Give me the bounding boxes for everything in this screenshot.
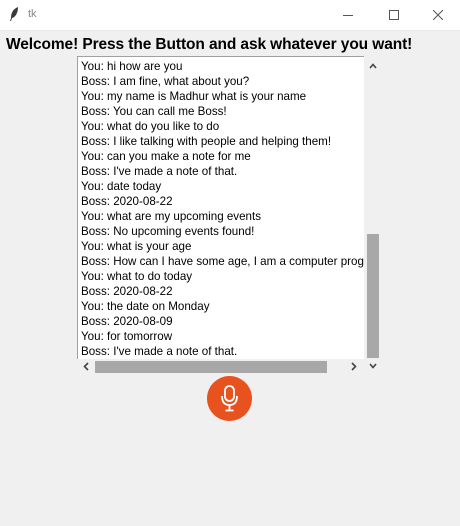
chat-line: Boss: No upcoming events found! [81,225,255,238]
chat-line: You: hi how are you [81,60,183,73]
chat-lines: You: hi how are you Boss: I am fine, wha… [78,57,364,359]
scroll-up-arrow-icon[interactable] [367,59,379,73]
chat-line: You: the date on Monday [81,300,210,313]
feather-icon [10,7,18,21]
close-button[interactable] [416,0,460,30]
close-icon [433,10,443,20]
welcome-heading: Welcome! Press the Button and ask whatev… [6,36,413,53]
chat-line: You: my name is Madhur what is your name [81,90,307,103]
window-titlebar: tk [0,0,460,31]
chat-line: You: what do you like to do [81,120,220,133]
microphone-icon [221,385,238,412]
maximize-button[interactable] [372,0,416,30]
vertical-scrollbar[interactable] [364,56,380,374]
chat-line: You: what are my upcoming events [81,210,262,223]
chat-log[interactable]: You: hi how are you Boss: I am fine, wha… [77,56,365,360]
chat-line: You: date today [81,180,162,193]
chat-line: You: what to do today [81,270,193,283]
horizontal-scrollbar[interactable] [77,359,364,374]
mic-button[interactable] [207,376,252,421]
chat-line: Boss: 2020-08-09 [81,315,173,328]
maximize-icon [389,10,399,20]
chat-line: Boss: I am fine, what about you? [81,75,250,88]
chat-line: You: for tomorrow [81,330,173,343]
scroll-left-arrow-icon[interactable] [79,360,93,373]
chat-line: Boss: I've made a note of that. [81,345,238,358]
chat-line: Boss: 2020-08-22 [81,195,173,208]
chat-line: Boss: You can call me Boss! [81,105,227,118]
scroll-right-arrow-icon[interactable] [347,360,361,373]
chat-line: Boss: How can I have some age, I am a co… [81,255,365,268]
chat-line: Boss: I've made a note of that. [81,165,238,178]
chat-line: Boss: 2020-08-22 [81,285,173,298]
minimize-button[interactable] [326,0,370,30]
vertical-scrollbar-thumb[interactable] [367,234,379,358]
window-title: tk [28,8,37,20]
scroll-down-arrow-icon[interactable] [367,359,379,373]
chat-line: Boss: I like talking with people and hel… [81,135,332,148]
minimize-icon [343,15,353,16]
chat-line: You: what is your age [81,240,192,253]
chat-line: You: can you make a note for me [81,150,251,163]
horizontal-scrollbar-thumb[interactable] [95,361,327,373]
